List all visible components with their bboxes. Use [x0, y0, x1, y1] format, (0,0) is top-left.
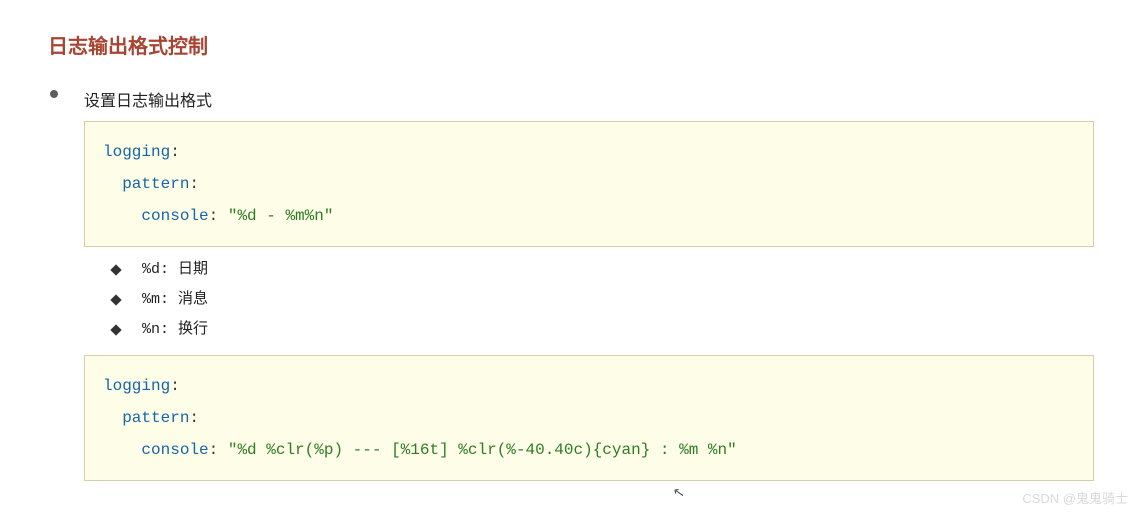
inner-list: %d: 日期 %m: 消息 %n: 换行: [84, 255, 1094, 345]
code-key: console: [141, 207, 208, 225]
outer-list-item: 设置日志输出格式 logging: pattern: console: "%d …: [48, 87, 1094, 481]
code-key: logging: [103, 377, 170, 395]
cursor-icon: ↖: [672, 483, 687, 502]
page-title: 日志输出格式控制: [48, 30, 1094, 59]
list-item: %d: 日期: [112, 255, 1094, 285]
code-string: "%d %clr(%p) --- [%16t] %clr(%-40.40c){c…: [228, 441, 737, 459]
list-item: %m: 消息: [112, 285, 1094, 315]
note-text: %n: 换行: [142, 321, 208, 338]
note-text: %d: 日期: [142, 261, 208, 278]
code-block-1: logging: pattern: console: "%d - %m%n": [84, 121, 1094, 247]
code-key: pattern: [122, 409, 189, 427]
diamond-icon: [110, 324, 121, 335]
list-item: %n: 换行: [112, 315, 1094, 345]
note-text: %m: 消息: [142, 291, 208, 308]
diamond-icon: [110, 264, 121, 275]
diamond-icon: [110, 294, 121, 305]
watermark: CSDN @鬼鬼骑士: [1022, 488, 1128, 507]
item-label: 设置日志输出格式: [84, 87, 1094, 111]
code-key: pattern: [122, 175, 189, 193]
code-key: console: [141, 441, 208, 459]
code-string: "%d - %m%n": [228, 207, 334, 225]
bullet-icon: [50, 90, 58, 98]
code-block-2: logging: pattern: console: "%d %clr(%p) …: [84, 355, 1094, 481]
code-key: logging: [103, 143, 170, 161]
outer-list: 设置日志输出格式 logging: pattern: console: "%d …: [48, 87, 1094, 481]
